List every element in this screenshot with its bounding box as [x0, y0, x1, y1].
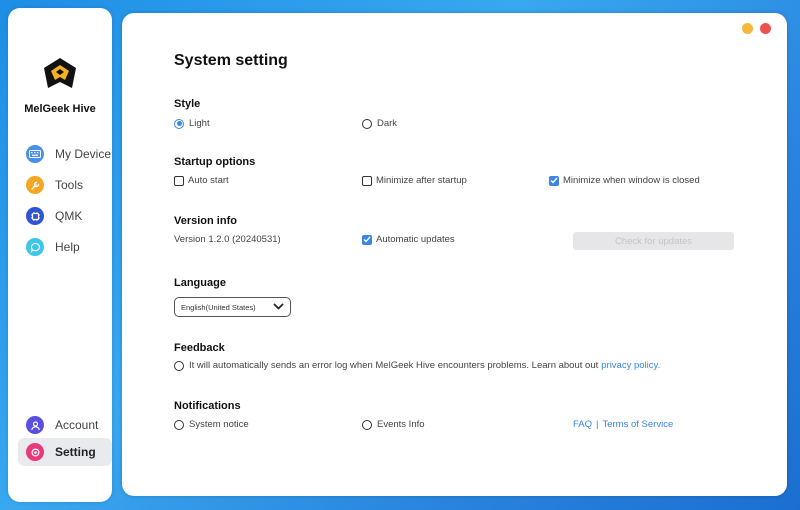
startup-section-title: Startup options — [174, 156, 256, 168]
sidebar-item-help[interactable]: Help — [18, 233, 112, 261]
checkbox-unchecked-icon — [362, 175, 372, 186]
sidebar-item-label: Tools — [55, 178, 84, 192]
radio-unselected-icon — [362, 118, 372, 129]
privacy-policy-link[interactable]: privacy policy. — [601, 360, 660, 371]
feedback-text: It will automatically sends an error log… — [189, 360, 599, 371]
checkbox-checked-icon — [362, 234, 372, 245]
radio-selected-icon — [174, 118, 184, 129]
style-dark-label: Dark — [377, 118, 398, 129]
feedback-unchecked-icon — [174, 360, 184, 371]
keyboard-icon — [26, 145, 44, 163]
style-dark-radio[interactable]: Dark — [362, 118, 397, 129]
check-for-updates-button[interactable]: Check for updates — [573, 232, 734, 250]
footer-links: FAQ | Terms of Service — [573, 419, 673, 430]
feedback-section-title: Feedback — [174, 342, 225, 354]
terms-of-service-link[interactable]: Terms of Service — [602, 419, 673, 430]
notifications-section-title: Notifications — [174, 400, 241, 412]
tools-icon — [26, 176, 44, 194]
page-title: System setting — [174, 52, 288, 69]
version-section-title: Version info — [174, 215, 237, 227]
sidebar-item-my-device[interactable]: My Device — [18, 140, 112, 168]
auto-start-label: Auto start — [188, 175, 229, 186]
checkbox-unchecked-icon — [174, 175, 184, 186]
style-section-title: Style — [174, 98, 201, 110]
style-light-label: Light — [189, 118, 210, 129]
qmk-chip-icon — [26, 207, 44, 225]
close-window-button[interactable] — [760, 23, 771, 34]
app-logo — [8, 56, 112, 92]
settings-panel: System setting Style Light Dark Startup … — [122, 13, 787, 496]
radio-unselected-icon — [174, 419, 184, 430]
sidebar-item-setting[interactable]: Setting — [18, 438, 112, 466]
sidebar-item-label: QMK — [55, 209, 83, 223]
user-icon — [26, 416, 44, 434]
sidebar: MelGeek Hive My Device Tools QMK Help Ac… — [8, 8, 112, 502]
minimize-after-startup-checkbox[interactable]: Minimize after startup — [362, 175, 467, 186]
system-notice-checkbox[interactable]: System notice — [174, 419, 249, 430]
settings-icon — [26, 443, 44, 461]
feedback-checkbox[interactable]: It will automatically sends an error log… — [174, 360, 660, 371]
events-info-label: Events Info — [377, 419, 425, 430]
faq-link[interactable]: FAQ — [573, 419, 592, 430]
melgeek-logo-icon — [44, 58, 76, 88]
language-select[interactable]: English(United States) — [174, 297, 291, 317]
automatic-updates-label: Automatic updates — [376, 234, 455, 245]
auto-start-checkbox[interactable]: Auto start — [174, 175, 229, 186]
events-info-checkbox[interactable]: Events Info — [362, 419, 425, 430]
chevron-down-icon — [273, 303, 284, 310]
sidebar-item-label: Setting — [55, 445, 96, 459]
sidebar-item-label: Account — [55, 418, 99, 432]
version-text: Version 1.2.0 (20240531) — [174, 234, 281, 245]
chat-bubble-icon — [26, 238, 44, 256]
system-notice-label: System notice — [189, 419, 249, 430]
app-name: MelGeek Hive — [24, 103, 96, 115]
sidebar-item-tools[interactable]: Tools — [18, 171, 112, 199]
sidebar-item-qmk[interactable]: QMK — [18, 202, 112, 230]
checkbox-checked-icon — [549, 175, 559, 186]
sidebar-item-account[interactable]: Account — [18, 411, 112, 439]
language-selected-value: English(United States) — [181, 302, 256, 312]
sidebar-item-label: Help — [55, 240, 80, 254]
minimize-on-close-label: Minimize when window is closed — [563, 175, 700, 186]
minimize-window-button[interactable] — [742, 23, 753, 34]
language-section-title: Language — [174, 277, 226, 289]
automatic-updates-checkbox[interactable]: Automatic updates — [362, 234, 455, 245]
minimize-after-startup-label: Minimize after startup — [376, 175, 467, 186]
sidebar-item-label: My Device — [55, 147, 112, 161]
radio-unselected-icon — [362, 419, 372, 430]
minimize-on-close-checkbox[interactable]: Minimize when window is closed — [549, 175, 700, 186]
link-separator: | — [596, 419, 599, 430]
style-light-radio[interactable]: Light — [174, 118, 210, 129]
